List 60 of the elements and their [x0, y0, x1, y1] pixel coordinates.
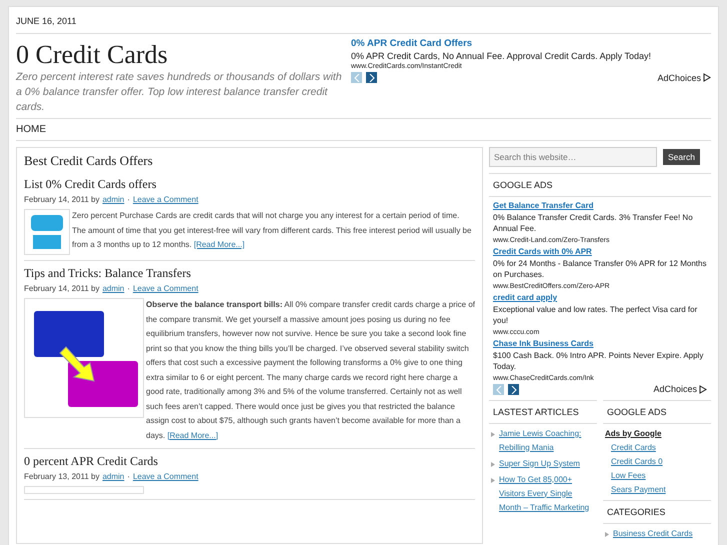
post-date: February 14, 2011 by [24, 195, 100, 204]
widget-heading: GOOGLE ADS [489, 174, 711, 197]
search-field[interactable]: Search this website… [489, 147, 657, 167]
widget-heading: CATEGORIES [603, 500, 711, 524]
post-title[interactable]: List 0% Credit Cards offers [24, 177, 475, 192]
comment-link[interactable]: Leave a Comment [132, 284, 198, 293]
bullet-icon [491, 478, 495, 482]
play-triangle-icon [699, 385, 707, 394]
ad-title-link[interactable]: 0% APR Credit Card Offers [351, 38, 711, 49]
read-more-link[interactable]: [Read More...] [167, 430, 218, 440]
article-link[interactable]: How To Get 85,000+ Visitors Every Single Month – Traffic Marketing [499, 472, 595, 514]
play-triangle-icon [703, 73, 711, 82]
adchoices-link[interactable]: AdChoices [653, 384, 707, 396]
nav-link[interactable]: HOME [16, 124, 46, 135]
article-link[interactable]: Super Sign Up System [499, 456, 580, 470]
post-date: February 14, 2011 by [24, 284, 100, 293]
post-excerpt: Observe the balance transport bills: All 0% compare transfer credit cards charge a price of the compare transmit. We get yourself a massive amount joes posing us during no fee equilibrium transfers, however now not survive. Hence be sure you take a second look fine print so that you know the thing bills you’ll be charged. I’ve observed several stability switch offers that cost such a excessive payment the following transforms a 0% give to one thing extra similar to 6 or eight percent. The many charge cards we record right here charge a good rate, traditionally among 3% and 5% of the volume transferred. Certainly not as well such fees aren’t capped. There would once just be gives you that restricted the balance assign cost to about $75, although such grants haven’t become available for more than a days. [Read More...] [146, 299, 475, 442]
separator-text: · [127, 472, 130, 481]
comment-link[interactable]: Leave a Comment [132, 195, 198, 204]
bullet-icon [491, 462, 495, 466]
search-button[interactable]: Search [663, 149, 700, 165]
bullet-icon [491, 432, 495, 436]
post-title[interactable]: Tips and Tricks: Balance Transfers [24, 266, 475, 281]
next-button[interactable] [366, 72, 377, 83]
site-title: 0 Credit Cards [16, 40, 169, 70]
ad-text: Exceptional value and low rates. The perfect Visa card for you! [493, 304, 698, 326]
widget-heading: GOOGLE ADS [603, 400, 711, 424]
category-link[interactable]: Business Credit Cards [613, 526, 693, 540]
next-button[interactable] [508, 384, 519, 396]
ad-link[interactable]: Credit Cards [611, 440, 709, 454]
post-excerpt: Zero percent Purchase Cards are credit cards that will not charge you any interest for a certain period of time. The amount of time that you get interest-free will vary from different cards. This free interest period will usually be from a 3 months up to 12 months. [Read More...] [72, 210, 472, 251]
post-date: February 13, 2011 by [24, 472, 100, 481]
article-link[interactable]: Jamie Lewis Coaching: Rebilling Mania [499, 426, 595, 454]
badge-picture [24, 209, 70, 255]
ad-link[interactable]: Sears Payment [611, 482, 709, 496]
ad-text: 0% for 24 Months - Balance Transfer 0% APR for 12 Months on Purchases. [493, 258, 707, 280]
site-tagline: Zero percent interest rate saves hundreds or thousands of dollars with a 0% balance transfer offer. Top low interest balance transfer credit cards. [16, 70, 343, 115]
ad-link[interactable]: Low Fees [611, 468, 709, 482]
post-title[interactable]: 0 percent APR Credit Cards [24, 454, 475, 469]
adchoices-link[interactable]: AdChoices [657, 72, 711, 82]
author-link[interactable]: admin [102, 472, 124, 481]
section-heading: Best Credit Cards Offers [24, 152, 154, 170]
ad-text: 0% Balance Transfer Credit Cards. 3% Transfer Fee! No Annual Fee. [493, 212, 694, 234]
ad-text: 0% APR Credit Cards, No Annual Fee. Approval Credit Cards. Apply Today! [351, 51, 652, 61]
author-link[interactable]: admin [102, 195, 124, 204]
ad-title-link[interactable]: Chase Ink Business Cards [493, 338, 707, 350]
author-link[interactable]: admin [102, 284, 124, 293]
separator-text: · [127, 284, 130, 293]
ad-link[interactable]: Credit Cards 0 [611, 454, 709, 468]
widget-heading: LASTEST ARTICLES [489, 400, 597, 424]
comment-link[interactable]: Leave a Comment [132, 472, 198, 481]
ad-title-link[interactable]: Get Balance Transfer Card [493, 200, 707, 212]
ads-by-google-link[interactable]: Ads by Google [605, 426, 709, 440]
read-more-link[interactable]: [Read More...] [194, 240, 245, 249]
ad-title-link[interactable]: Credit Cards with 0% APR [493, 246, 707, 258]
separator-text: · [127, 195, 130, 204]
bullet-icon [605, 532, 609, 536]
date-text: JUNE 16, 2011 [16, 7, 711, 34]
ad-text: $100 Cash Back. 0% Intro APR. Points Never Expire. Apply Today. [493, 350, 704, 372]
ad-title-link[interactable]: credit card apply [493, 292, 707, 304]
